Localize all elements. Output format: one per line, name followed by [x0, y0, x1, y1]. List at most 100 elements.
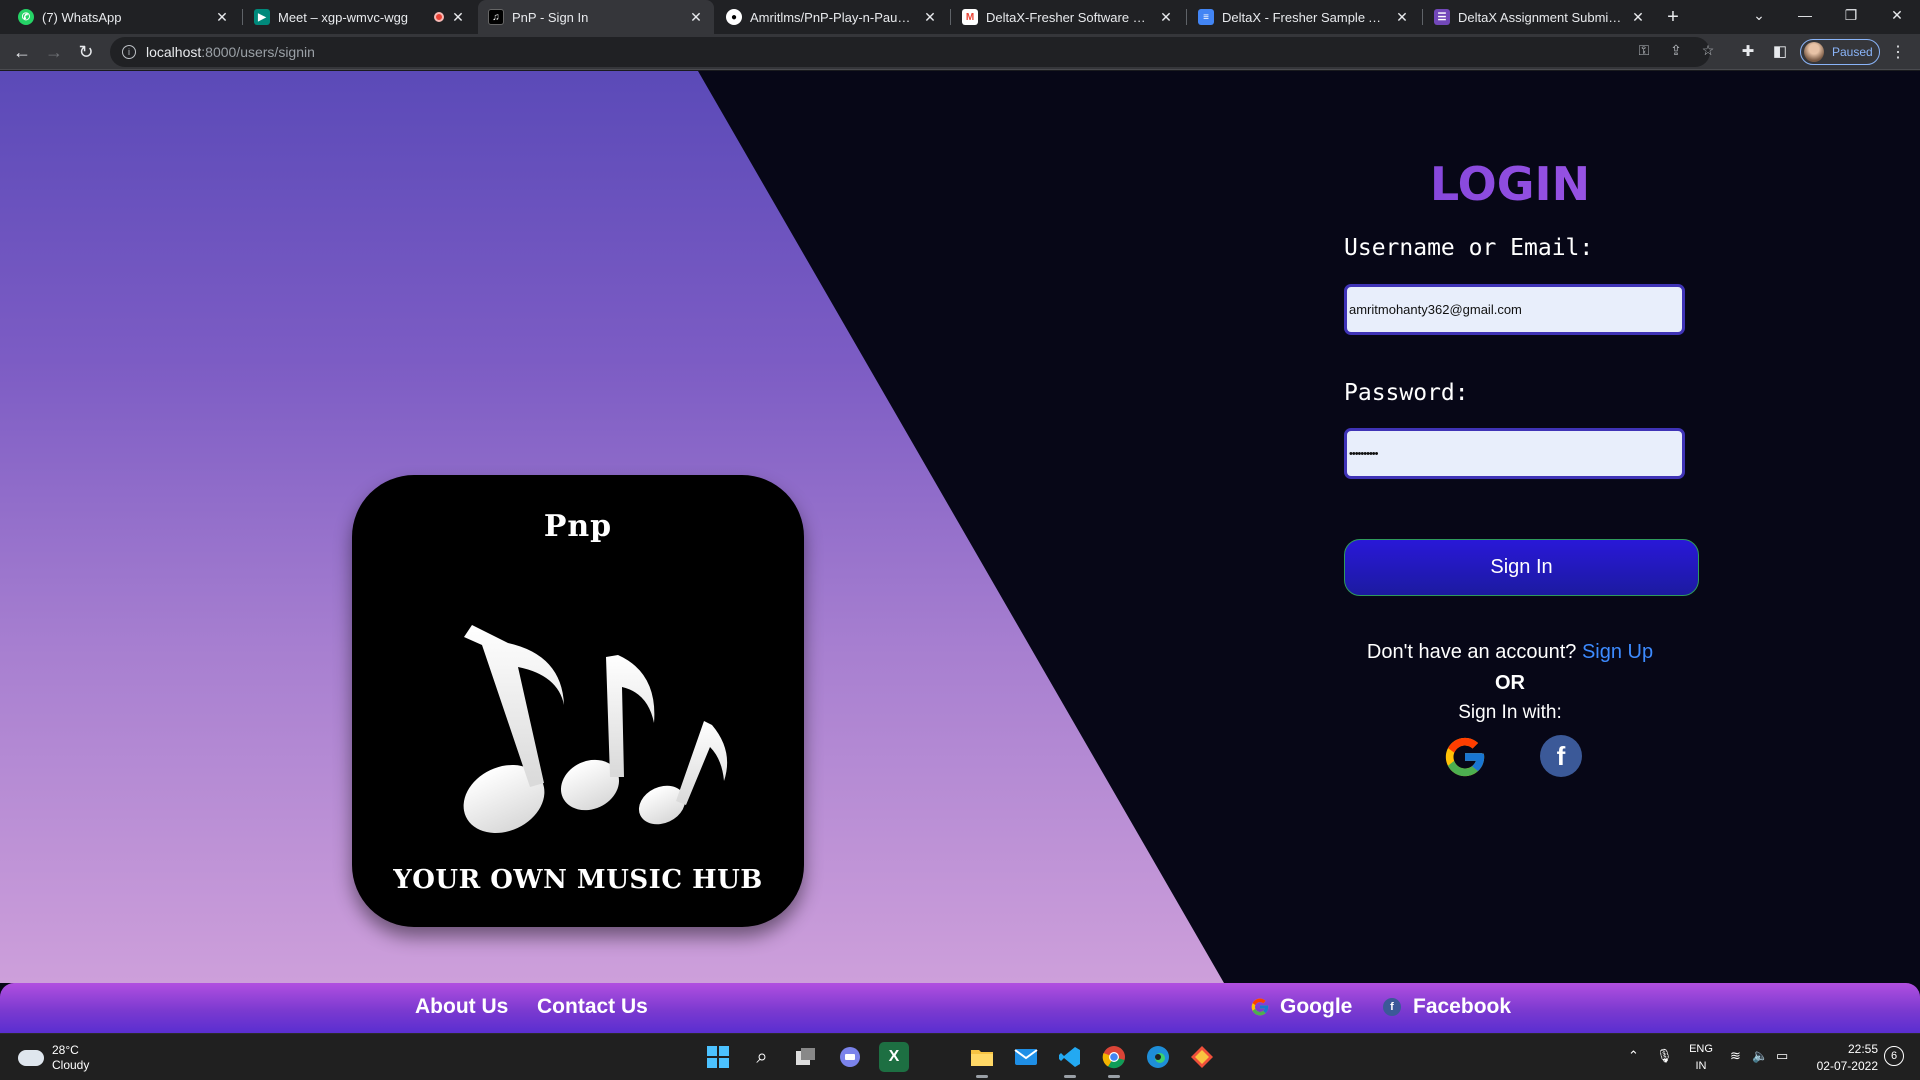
weather-widget[interactable]: 28°C Cloudy: [18, 1043, 89, 1073]
search-icon[interactable]: ⌕: [747, 1042, 777, 1072]
music-notes-icon: [463, 625, 728, 834]
tab-gmail[interactable]: M DeltaX-Fresher Software Engine ✕: [952, 0, 1184, 34]
star-icon[interactable]: ☆: [1698, 40, 1718, 60]
tab-separator: [1422, 9, 1423, 25]
reload-icon[interactable]: ↻: [72, 38, 100, 66]
tab-search-icon[interactable]: ⌄: [1736, 0, 1782, 34]
edge-icon[interactable]: [1143, 1042, 1173, 1072]
notification-badge[interactable]: 6: [1884, 1046, 1904, 1066]
cloud-icon: [18, 1050, 44, 1066]
clock-date: 02-07-2022: [1816, 1059, 1878, 1073]
tab-pnp-sign-in[interactable]: ♫ PnP - Sign In ✕: [478, 0, 714, 34]
logo-title: Pnp: [543, 509, 613, 544]
weather-desc: Cloudy: [52, 1058, 90, 1072]
browser-toolbar: ← → ↻ i localhost:8000/users/signin ⚿ ⇪ …: [0, 34, 1920, 70]
close-icon[interactable]: ✕: [1394, 9, 1410, 26]
tab-title: (7) WhatsApp: [42, 9, 122, 25]
forms-icon: ☰: [1434, 9, 1450, 25]
close-icon[interactable]: ✕: [1158, 9, 1174, 26]
footer: About Us Contact Us Google f Facebook: [0, 983, 1920, 1033]
microphone-icon[interactable]: 🎙: [1656, 1048, 1673, 1064]
github-icon: ●: [726, 9, 742, 25]
minimize-button[interactable]: —: [1782, 0, 1828, 34]
sign-in-with-label: Sign In with:: [1458, 702, 1562, 723]
mail-icon[interactable]: [1011, 1042, 1041, 1072]
password-label: Password:: [1344, 380, 1469, 406]
wifi-icon[interactable]: ≋: [1730, 1048, 1741, 1064]
close-icon[interactable]: ✕: [922, 9, 938, 26]
battery-icon[interactable]: ▭: [1776, 1048, 1788, 1064]
sign-up-link[interactable]: Sign Up: [1582, 641, 1653, 663]
address-bar[interactable]: i localhost:8000/users/signin: [110, 37, 1710, 67]
tab-title: DeltaX-Fresher Software Engine: [986, 9, 1152, 25]
tab-separator: [1186, 9, 1187, 25]
new-tab-button[interactable]: +: [1660, 4, 1686, 30]
info-icon[interactable]: i: [122, 45, 136, 59]
language-region: IN: [1695, 1060, 1707, 1072]
tab-whatsapp[interactable]: ✆ (7) WhatsApp ✕: [8, 0, 240, 34]
recording-icon: [434, 12, 444, 22]
volume-icon[interactable]: 🔈: [1752, 1048, 1768, 1064]
whatsapp-icon: ✆: [18, 9, 34, 25]
start-icon[interactable]: [703, 1042, 733, 1072]
close-icon[interactable]: ✕: [450, 9, 466, 26]
windows-taskbar: 28°C Cloudy ⌕ X ⌃ 🎙 ENG IN ≋ 🔈 ▭ 22:55 0…: [0, 1033, 1920, 1080]
about-us-link[interactable]: About Us: [415, 995, 508, 1019]
logo-tagline: YOUR OWN MUSIC HUB: [393, 865, 763, 895]
weather-temp: 28°C: [52, 1043, 79, 1057]
tab-title: Meet – xgp-wmvc-wgg: [278, 9, 409, 25]
tab-title: DeltaX Assignment Submission: [1458, 9, 1624, 25]
username-input[interactable]: amritmohanty362@gmail.com: [1344, 284, 1685, 335]
file-explorer-icon[interactable]: [967, 1042, 997, 1078]
extensions-icon[interactable]: ✚: [1738, 42, 1758, 62]
git-kraken-icon[interactable]: [1187, 1042, 1217, 1072]
login-title: LOGIN: [1300, 157, 1720, 211]
chrome-icon[interactable]: [1099, 1042, 1129, 1078]
google-sign-in-icon[interactable]: [1442, 734, 1488, 780]
meet-icon: ▶: [254, 9, 270, 25]
close-icon[interactable]: ✕: [1630, 9, 1646, 26]
avatar: [1804, 42, 1824, 62]
tab-docs[interactable]: ≡ DeltaX - Fresher Sample App - S ✕: [1188, 0, 1420, 34]
teams-chat-icon[interactable]: [835, 1042, 865, 1072]
menu-icon[interactable]: ⋮: [1890, 42, 1906, 62]
tab-title: DeltaX - Fresher Sample App - S: [1222, 9, 1388, 25]
restore-button[interactable]: ❐: [1828, 0, 1874, 34]
sign-in-button[interactable]: Sign In: [1344, 539, 1699, 596]
password-input[interactable]: ••••••••••: [1344, 428, 1685, 479]
side-panel-icon[interactable]: ◧: [1770, 42, 1790, 62]
forward-icon[interactable]: →: [40, 38, 68, 66]
page-viewport: Pnp YOUR OWN MUSIC HUB LOGIN Username or…: [0, 71, 1920, 1033]
share-icon[interactable]: ⇪: [1666, 40, 1686, 60]
close-icon[interactable]: ✕: [214, 9, 230, 26]
username-label: Username or Email:: [1344, 235, 1594, 261]
language-code: ENG: [1689, 1043, 1713, 1055]
clock[interactable]: 22:55 02-07-2022: [1808, 1041, 1878, 1075]
tab-meet[interactable]: ▶ Meet – xgp-wmvc-wgg ✕: [244, 0, 476, 34]
or-divider: OR: [1495, 672, 1525, 694]
gmail-icon: M: [962, 9, 978, 25]
language-indicator[interactable]: ENG IN: [1686, 1041, 1716, 1075]
vscode-icon[interactable]: [1055, 1042, 1085, 1078]
facebook-sign-in-icon[interactable]: f: [1540, 735, 1582, 777]
tab-github[interactable]: ● Amritlms/PnP-Play-n-Pause-: It d ✕: [716, 0, 948, 34]
close-window-button[interactable]: ✕: [1874, 0, 1920, 34]
contact-us-link[interactable]: Contact Us: [537, 995, 648, 1019]
excel-icon[interactable]: X: [879, 1042, 909, 1072]
signup-prompt-line: Don't have an account? Sign Up: [1300, 641, 1720, 664]
show-hidden-icons[interactable]: ⌃: [1628, 1048, 1639, 1064]
browser-tab-strip: ✆ (7) WhatsApp ✕ ▶ Meet – xgp-wmvc-wgg ✕…: [0, 0, 1920, 34]
key-icon[interactable]: ⚿: [1634, 40, 1654, 60]
task-view-icon[interactable]: [791, 1042, 821, 1072]
footer-facebook-link[interactable]: f Facebook: [1383, 995, 1511, 1019]
close-icon[interactable]: ✕: [688, 9, 704, 26]
signup-prompt: Don't have an account?: [1366, 641, 1577, 663]
google-icon: [1251, 998, 1269, 1016]
footer-google-label: Google: [1280, 995, 1353, 1018]
facebook-icon: f: [1383, 998, 1401, 1016]
tab-forms[interactable]: ☰ DeltaX Assignment Submission ✕: [1424, 0, 1656, 34]
footer-google-link[interactable]: Google: [1250, 995, 1352, 1019]
back-icon[interactable]: ←: [8, 38, 36, 66]
docs-icon: ≡: [1198, 9, 1214, 25]
profile-button[interactable]: Paused: [1800, 39, 1880, 65]
